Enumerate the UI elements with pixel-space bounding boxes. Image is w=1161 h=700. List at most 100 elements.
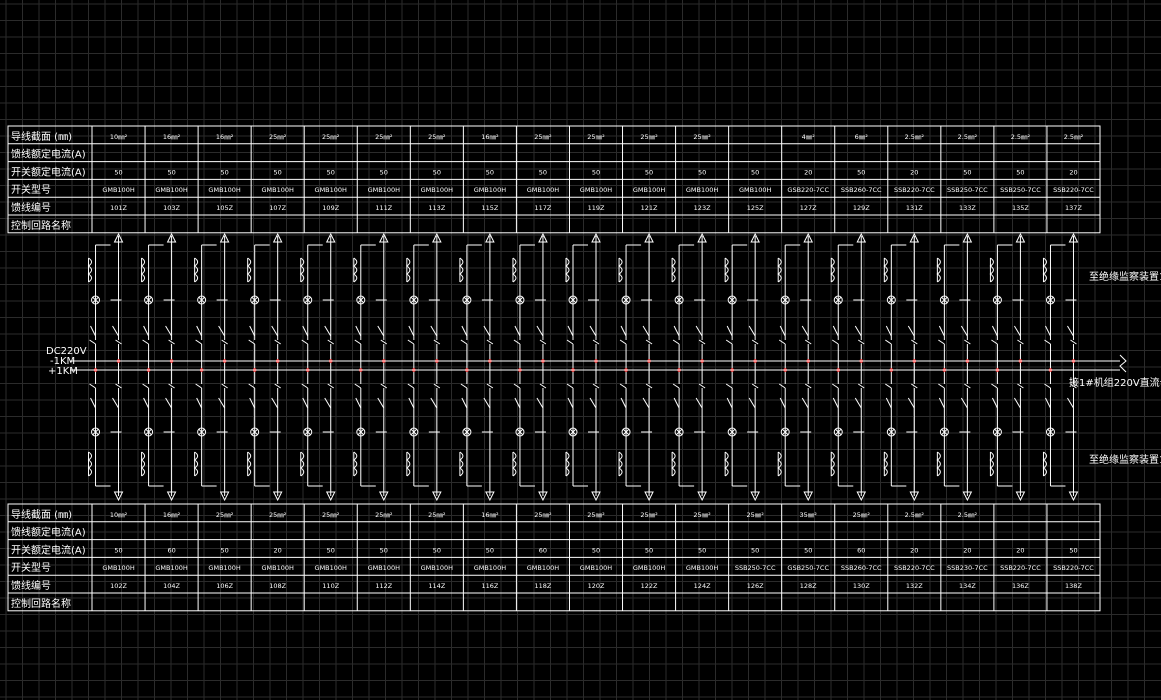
bottom-cell: 25㎜² [428,511,446,519]
bus-terminal-mark [1119,354,1127,373]
top-row-header: 导线截面 (㎜) [11,130,72,143]
bottom-cell: GMB100H [686,564,719,572]
bottom-switch-cross [274,383,281,389]
top-cell: 133Z [959,204,976,212]
top-cell: GMB100H [261,186,294,194]
top-cell: 50 [274,168,282,176]
schematic-canvas[interactable]: 导线截面 (㎜)馈线额定电流(A)开关额定电流(A)开关型号馈线编号控制回路名称… [0,0,1161,700]
top-cell: GMB100H [739,186,772,194]
bottom-row-header: 开关型号 [11,561,51,574]
bottom-cell: 124Z [694,582,711,590]
bottom-cell: GMB100H [261,564,294,572]
bottom-cell: 112Z [375,582,392,590]
bottom-switch-cross [460,383,468,389]
top-cell: 10㎜² [110,133,128,141]
bottom-row-header: 馈线额定电流(A) [11,526,86,539]
bottom-cell: 50 [327,546,335,554]
bottom-cell: 122Z [641,582,658,590]
top-cell: 2.5㎜² [1064,133,1084,141]
bottom-cell: SSB220-7CC [1000,564,1041,572]
bottom-cell: 60 [539,546,547,554]
bottom-cell: GMB100H [315,564,348,572]
top-cell: 25㎜² [640,133,658,141]
bottom-cell: 16㎜² [163,511,181,519]
top-switch-cross [885,339,892,345]
bottom-switch-cross [778,383,786,389]
bottom-cell: 20 [963,546,971,554]
top-cell: SSB260-7CC [841,186,882,194]
top-switch-cross [804,339,812,345]
top-switch-cross [592,339,600,345]
top-switch-cross [778,339,786,345]
top-cell: 50 [592,168,600,176]
bottom-cell: 50 [486,546,494,554]
top-switch-cross [1017,339,1024,345]
top-cell: 50 [380,168,388,176]
top-cell: 50 [327,168,335,176]
background-grid [0,0,1161,700]
bottom-cell: 138Z [1065,582,1082,590]
top-cell: 50 [1016,168,1024,176]
top-switch-cross [142,339,149,345]
top-switch-cross [991,339,998,345]
bottom-cell: 50 [645,546,653,554]
top-cell: 111Z [375,204,392,212]
bottom-switch-cross [539,383,547,389]
bus-positive-label: +1KM [48,366,78,377]
bottom-cell: 136Z [1012,582,1029,590]
top-switch-cross [831,339,839,345]
bottom-cell: 20 [910,546,918,554]
bottom-switch-cross [327,383,335,389]
bottom-switch-cross [964,383,971,389]
bottom-switch-cross [354,383,362,389]
bottom-row-header: 馈线编号 [11,579,51,592]
top-cell: SSB220-7CC [894,186,935,194]
bottom-cell: 50 [433,546,441,554]
bottom-feeder-table: 导线截面 (㎜) 馈线额定电流(A) 开关额定电流(A) 开关型号馈线编号控制回路名称… [7,503,1101,612]
top-cell: 101Z [110,204,127,212]
top-cell: 50 [539,168,547,176]
bottom-cell: 25㎜² [269,511,287,519]
top-row-header: 馈线编号 [11,201,51,214]
bottom-cell: 2.5㎜² [958,511,978,519]
top-switch-cross [566,339,574,345]
bottom-cell: SSB250-7CC [735,564,776,572]
bottom-switch-cross [804,383,812,389]
bottom-cell: GSB250-7CC [787,564,829,572]
bottom-cell: 134Z [959,582,976,590]
top-cell: 2.5㎜² [905,133,925,141]
bottom-cell: 108Z [269,582,286,590]
bottom-cell: 25㎜² [375,511,393,519]
bottom-cell: 132Z [906,582,923,590]
bottom-cell: GMB100H [102,564,135,572]
top-cell: 16㎜² [216,133,234,141]
top-cell: 117Z [535,204,552,212]
top-cell: 25㎜² [587,133,605,141]
bottom-cell: 35㎜² [800,511,818,519]
top-cell: 20 [910,168,918,176]
bottom-switch-cross [566,383,574,389]
bottom-switch-cross [592,383,600,389]
bottom-cell: 50 [114,546,122,554]
bottom-switch-cross [619,383,627,389]
bottom-cell: 25㎜² [534,511,552,519]
top-switch-cross [725,339,733,345]
bottom-switch-cross [885,383,892,389]
top-cell: 25㎜² [375,133,393,141]
bottom-cell: 50 [751,546,759,554]
top-cell: 50 [963,168,971,176]
top-switch-cross [619,339,627,345]
bottom-cell: 16㎜² [481,511,499,519]
top-cell: 25㎜² [428,133,446,141]
top-cell: 25㎜² [693,133,711,141]
top-cell: 25㎜² [534,133,552,141]
top-switch-cross [938,339,945,345]
bottom-switch-cross [911,383,918,389]
top-switch-cross [89,339,96,345]
bottom-cell: 50 [380,546,388,554]
bottom-cell: SSB220-7CC [1053,564,1094,572]
bottom-cell: 50 [804,546,812,554]
bottom-cell: 128Z [800,582,817,590]
bottom-cell: 126Z [747,582,764,590]
top-switch-cross [407,339,415,345]
